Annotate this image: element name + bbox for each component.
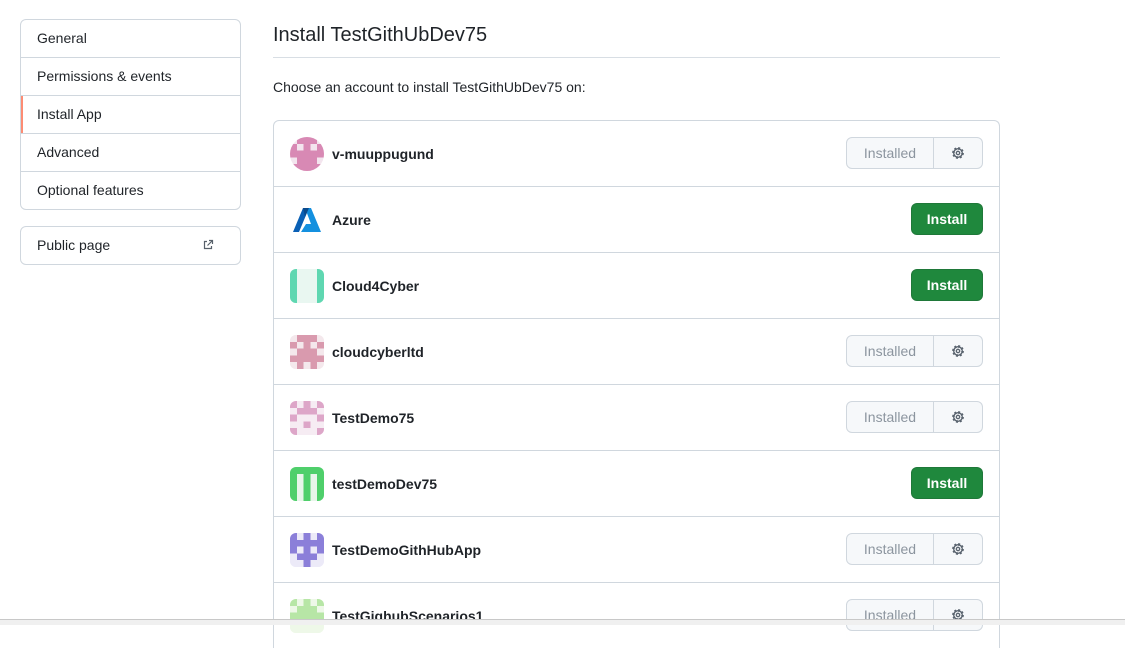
install-button[interactable]: Install [911, 269, 983, 301]
sidebar-item-optional-features[interactable]: Optional features [21, 171, 240, 209]
account-name: Azure [332, 212, 371, 228]
install-button[interactable]: Install [911, 203, 983, 235]
page-title: Install TestGithUbDev75 [273, 19, 1000, 58]
account-row: TestGighubScenarios1 Installed [274, 582, 999, 648]
installed-button: Installed [846, 599, 934, 631]
account-row: testDemoDev75 Install [274, 450, 999, 516]
installed-button: Installed [846, 335, 934, 367]
installed-button-group: Installed [846, 599, 983, 631]
account-name: v-muuppugund [332, 146, 434, 162]
sidebar-item-label: Permissions & events [37, 68, 172, 84]
gear-icon [952, 543, 964, 555]
account-name: Cloud4Cyber [332, 278, 420, 294]
main-content: Install TestGithUbDev75 Choose an accoun… [273, 19, 1000, 648]
installed-button-group: Installed [846, 533, 983, 565]
account-avatar [290, 137, 324, 171]
installed-button-group: Installed [846, 401, 983, 433]
sidebar-item-label: General [37, 30, 87, 46]
account-row: Azure Install [274, 186, 999, 252]
account-list: v-muuppugund Installed Azure Install Clo… [273, 120, 1000, 648]
sidebar-item-general[interactable]: General [21, 20, 240, 57]
gear-icon [952, 147, 964, 159]
account-row: TestDemoGithHubApp Installed [274, 516, 999, 582]
account-row: v-muuppugund Installed [274, 121, 999, 186]
account-avatar [290, 203, 324, 237]
sidebar-item-label: Install App [37, 106, 102, 122]
external-link-icon [203, 239, 214, 250]
account-row: TestDemo75 Installed [274, 384, 999, 450]
account-row: cloudcyberltd Installed [274, 318, 999, 384]
gear-icon [952, 411, 964, 423]
account-avatar [290, 335, 324, 369]
window-bottom-edge [0, 619, 1125, 625]
sidebar-item-permissions-events[interactable]: Permissions & events [21, 57, 240, 95]
sidebar-item-advanced[interactable]: Advanced [21, 133, 240, 171]
settings-menu: General Permissions & events Install App… [20, 19, 241, 210]
installed-button: Installed [846, 533, 934, 565]
account-avatar [290, 269, 324, 303]
gear-icon [952, 345, 964, 357]
account-name: TestDemoGithHubApp [332, 542, 482, 558]
configure-button[interactable] [934, 533, 983, 565]
account-avatar [290, 467, 324, 501]
settings-sidebar: General Permissions & events Install App… [20, 19, 241, 265]
installed-button: Installed [846, 137, 934, 169]
sidebar-item-install-app[interactable]: Install App [21, 95, 240, 133]
configure-button[interactable] [934, 599, 983, 631]
account-row: Cloud4Cyber Install [274, 252, 999, 318]
installed-button-group: Installed [846, 335, 983, 367]
account-name: testDemoDev75 [332, 476, 438, 492]
sidebar-item-label: Optional features [37, 182, 144, 198]
account-avatar [290, 401, 324, 435]
public-page-label: Public page [37, 237, 111, 253]
installed-button: Installed [846, 401, 934, 433]
configure-button[interactable] [934, 137, 983, 169]
account-avatar [290, 599, 324, 633]
account-name: TestDemo75 [332, 410, 415, 426]
configure-button[interactable] [934, 401, 983, 433]
public-page-link[interactable]: Public page [20, 226, 241, 265]
account-name: cloudcyberltd [332, 344, 424, 360]
configure-button[interactable] [934, 335, 983, 367]
installed-button-group: Installed [846, 137, 983, 169]
install-button[interactable]: Install [911, 467, 983, 499]
account-avatar [290, 533, 324, 567]
sidebar-item-label: Advanced [37, 144, 100, 160]
page-subtitle: Choose an account to install TestGithUbD… [273, 79, 586, 95]
